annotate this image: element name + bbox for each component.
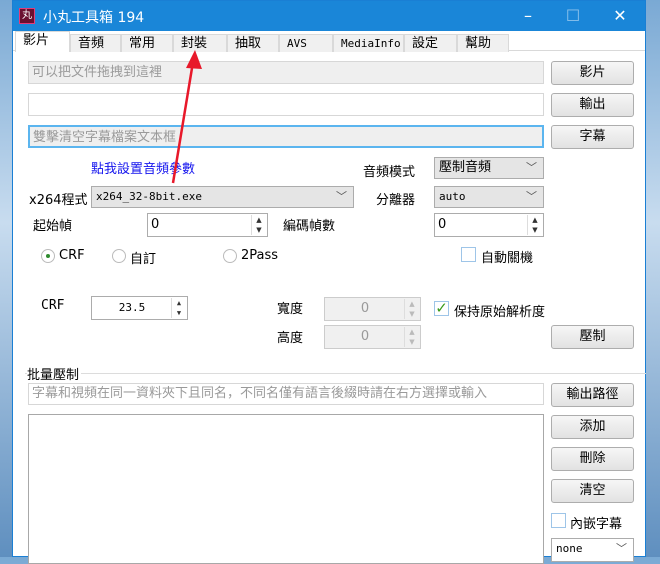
annotation-arrow [171,50,202,184]
arrow-shaft [171,61,195,184]
arrow-head-icon [186,50,202,69]
